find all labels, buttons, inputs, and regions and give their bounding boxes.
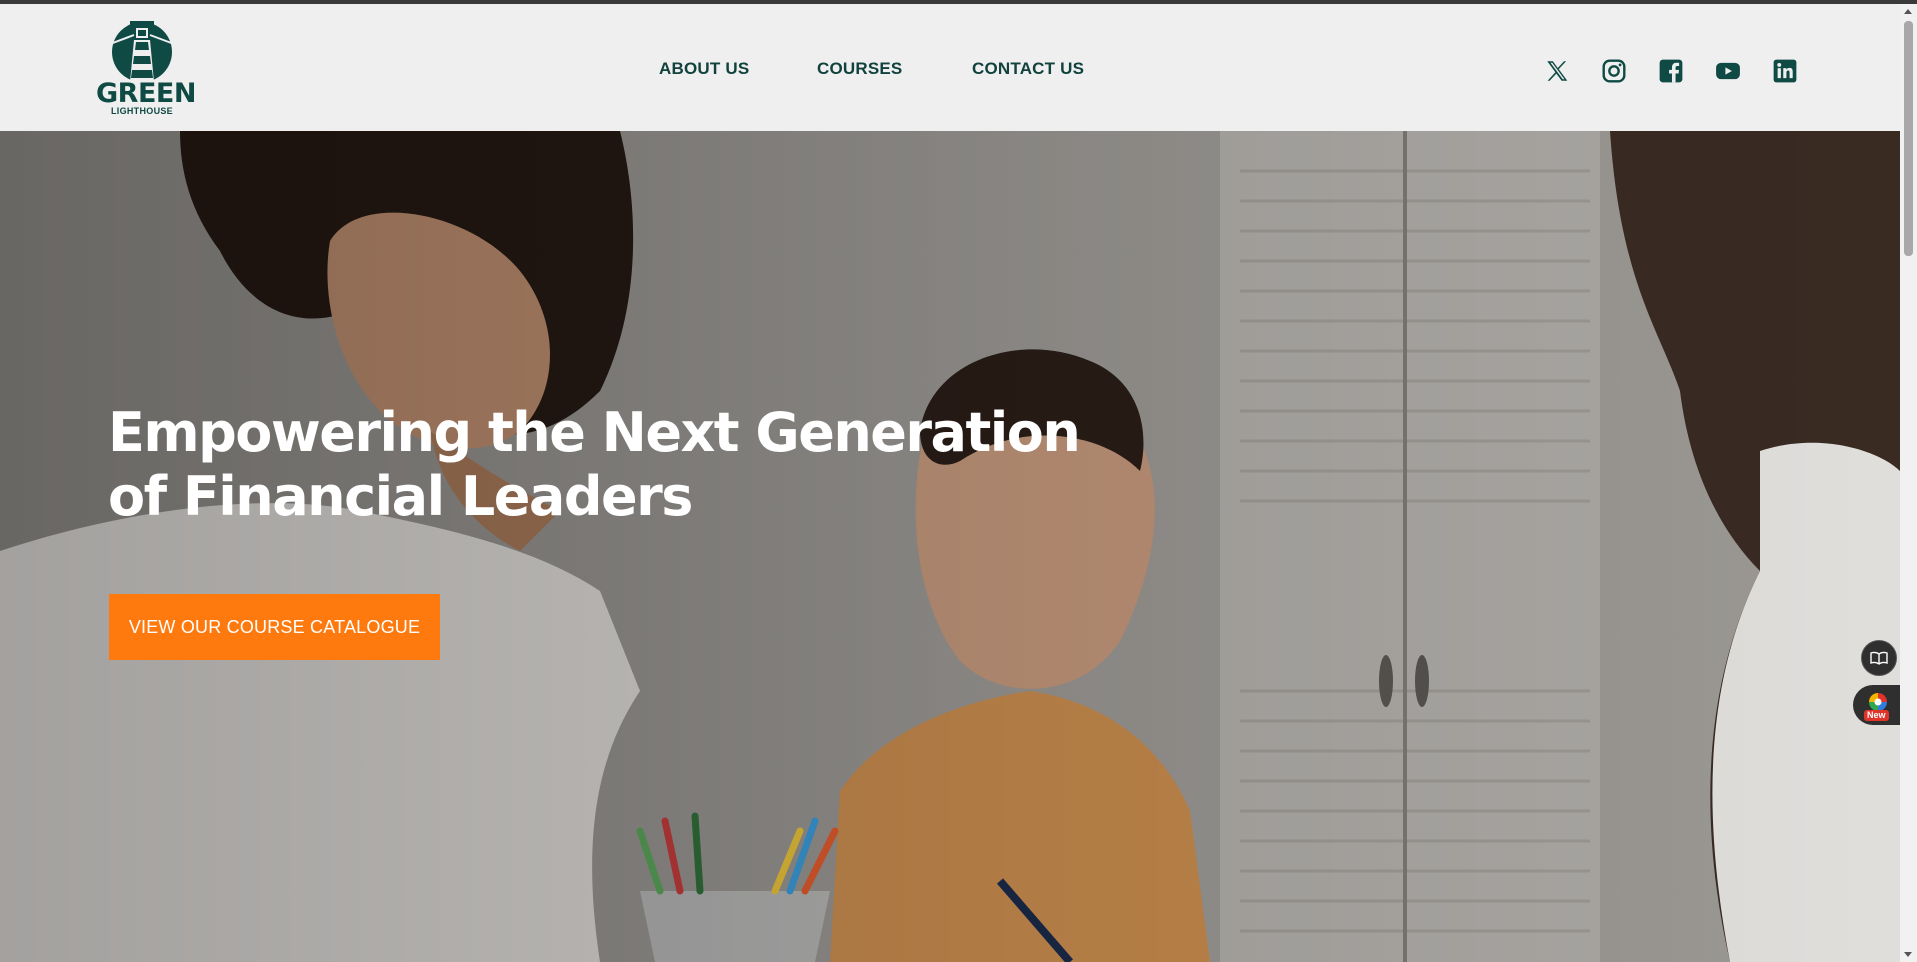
site-logo[interactable]: GREEN LIGHTHOUSE xyxy=(96,18,196,122)
brand-subtitle: LIGHTHOUSE xyxy=(110,106,173,116)
site-header: GREEN LIGHTHOUSE ABOUT US COURSES CONTAC… xyxy=(0,4,1900,131)
scroll-down-arrow-icon[interactable] xyxy=(1904,952,1912,957)
nav-about-us[interactable]: ABOUT US xyxy=(659,59,749,79)
instagram-icon[interactable] xyxy=(1601,58,1627,84)
brand-name: GREEN xyxy=(96,78,196,109)
nav-contact-us[interactable]: CONTACT US xyxy=(972,59,1084,79)
extension-widget-button[interactable]: New xyxy=(1853,685,1900,725)
youtube-icon[interactable] xyxy=(1715,58,1741,84)
linkedin-icon[interactable] xyxy=(1772,58,1798,84)
x-icon[interactable] xyxy=(1544,58,1570,84)
view-course-catalogue-button[interactable]: VIEW OUR COURSE CATALOGUE xyxy=(109,594,440,660)
hero-headline: Empowering the Next Generation of Financ… xyxy=(108,401,1081,528)
page: GREEN LIGHTHOUSE ABOUT US COURSES CONTAC… xyxy=(0,4,1900,962)
new-badge: New xyxy=(1864,710,1889,721)
nav-courses[interactable]: COURSES xyxy=(817,59,902,79)
lighthouse-icon xyxy=(109,21,175,82)
vertical-scrollbar[interactable] xyxy=(1900,4,1917,962)
book-icon xyxy=(1870,651,1888,665)
reading-mode-button[interactable] xyxy=(1861,640,1897,676)
hero-background-photo xyxy=(0,131,1900,962)
hero-section: Empowering the Next Generation of Financ… xyxy=(0,131,1900,962)
facebook-icon[interactable] xyxy=(1658,58,1684,84)
scrollbar-thumb[interactable] xyxy=(1904,21,1913,256)
scroll-up-arrow-icon[interactable] xyxy=(1904,9,1912,14)
